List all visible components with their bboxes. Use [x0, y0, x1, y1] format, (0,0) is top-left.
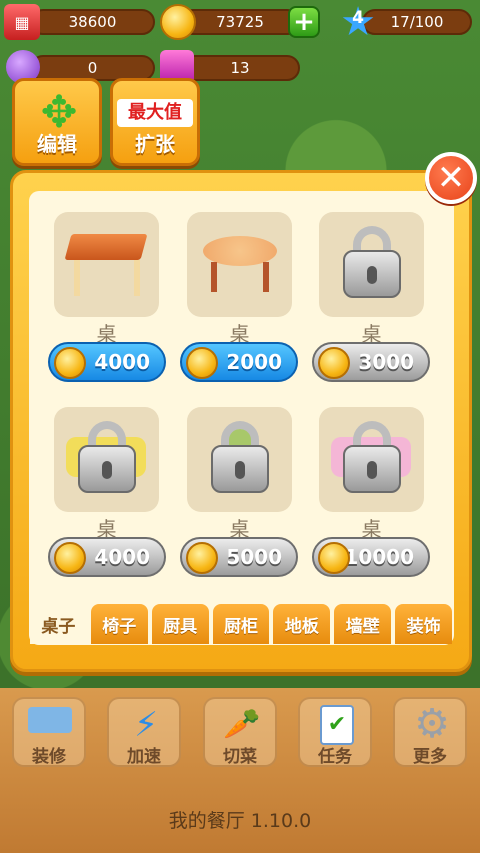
decorate-label: 装修 [32, 747, 66, 767]
coin-counter: 73725 [180, 9, 300, 35]
cash-value: 38600 [68, 13, 117, 31]
price-value: 4000 [94, 350, 150, 374]
expand-button[interactable]: 最大值 扩张 [110, 78, 200, 166]
item-card-3[interactable] [319, 212, 424, 317]
purple-gem-value: 0 [87, 59, 98, 77]
add-coins-button[interactable]: + [288, 6, 320, 38]
item-card-1[interactable] [54, 212, 159, 317]
buy-button-5[interactable]: 5000 [180, 537, 298, 577]
coin-icon [186, 347, 218, 379]
coin-icon [54, 347, 86, 379]
xp-value: 17/100 [390, 13, 444, 31]
buy-button-2[interactable]: 2000 [180, 342, 298, 382]
more-button[interactable]: ⚙ 更多 [393, 697, 467, 767]
tab-floor[interactable]: 地板 [273, 604, 331, 644]
version-text: 我的餐厅 1.10.0 [168, 810, 312, 832]
speedup-button[interactable]: ⚡ 加速 [107, 697, 181, 767]
pink-gem-value: 13 [230, 59, 250, 77]
cash-counter: 38600 [30, 9, 155, 35]
price-value: 4000 [94, 545, 150, 569]
coin-value: 73725 [216, 13, 264, 31]
shop-icon: ▦ [4, 4, 40, 40]
buy-button-1[interactable]: 4000 [48, 342, 166, 382]
table-icon [28, 707, 72, 733]
chop-label: 切菜 [223, 747, 257, 767]
expand-label: 扩张 [135, 132, 175, 156]
table-leg [134, 260, 140, 296]
price-value: 2000 [226, 350, 282, 374]
edit-label: 编辑 [37, 132, 77, 156]
close-button[interactable]: ✕ [425, 152, 477, 204]
buy-button-3[interactable]: 3000 [312, 342, 430, 382]
speedup-label: 加速 [127, 747, 161, 767]
coin-icon [318, 542, 350, 574]
tab-kitchenware[interactable]: 厨具 [151, 604, 209, 644]
buy-button-6[interactable]: 10000 [312, 537, 430, 577]
chop-button[interactable]: 🥕 切菜 [203, 697, 277, 767]
tab-decor[interactable]: 装饰 [395, 604, 453, 644]
edit-button[interactable]: ✥ 编辑 [12, 78, 102, 166]
knife-carrot-icon: 🥕 [223, 707, 261, 742]
tab-cabinets[interactable]: 厨柜 [212, 604, 270, 644]
lightning-icon: ⚡ [134, 705, 158, 745]
max-badge: 最大值 [117, 99, 193, 127]
table-leg [211, 262, 217, 292]
item-card-4[interactable] [54, 407, 159, 512]
keyhole [367, 266, 377, 284]
more-label: 更多 [413, 747, 447, 767]
buy-button-4[interactable]: 4000 [48, 537, 166, 577]
wooden-table-image [64, 234, 148, 260]
top-hud: 38600 ▦ 73725 + 17/100 ★ 4 0 13 [0, 0, 480, 90]
coin-icon [160, 4, 196, 40]
tab-walls[interactable]: 墙壁 [334, 604, 392, 644]
item-card-6[interactable] [319, 407, 424, 512]
item-card-2[interactable] [187, 212, 292, 317]
pink-gem-counter: 13 [180, 55, 300, 81]
price-value: 10000 [344, 545, 414, 569]
coin-icon [186, 542, 218, 574]
price-value: 3000 [358, 350, 414, 374]
item-card-5[interactable] [187, 407, 292, 512]
keyhole [102, 461, 112, 479]
tasks-button[interactable]: ✔ 任务 [298, 697, 372, 767]
table-leg [74, 260, 80, 296]
close-icon: ✕ [436, 158, 466, 198]
category-tabs: 桌子 椅子 厨具 厨柜 地板 墙壁 装饰 [30, 604, 453, 644]
tasks-label: 任务 [318, 747, 352, 767]
table-leg [263, 262, 269, 292]
tab-tables[interactable]: 桌子 [30, 604, 87, 644]
checklist-icon: ✔ [320, 705, 354, 745]
price-value: 5000 [226, 545, 282, 569]
decorate-button[interactable]: 装修 [12, 697, 86, 767]
level-value: 4 [352, 8, 364, 28]
tab-chairs[interactable]: 椅子 [90, 604, 148, 644]
coin-icon [54, 542, 86, 574]
keyhole [367, 461, 377, 479]
gear-icon: ⚙ [414, 701, 450, 747]
xp-counter: 17/100 [362, 9, 472, 35]
move-arrows-icon: ✥ [40, 87, 78, 138]
keyhole [235, 461, 245, 479]
coin-icon [318, 347, 350, 379]
